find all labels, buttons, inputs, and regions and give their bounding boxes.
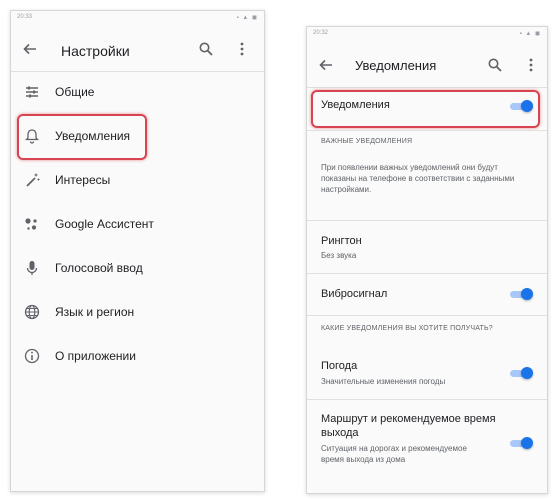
menu-item-general[interactable]: Общие [11, 73, 264, 113]
microphone-icon [23, 259, 43, 279]
section-header-important: ВАЖНЫЕ УВЕДОМЛЕНИЯ [321, 138, 413, 145]
menu-item-label: О приложении [55, 349, 136, 363]
toggle-knob [521, 288, 533, 300]
vibration-label: Виброcигнал [321, 288, 388, 300]
highlight-frame [311, 90, 540, 128]
toolbar-divider [11, 71, 264, 72]
highlight-frame [17, 114, 147, 160]
status-icons: ▪ ▲ ◼ [236, 15, 258, 21]
section-divider [307, 315, 547, 316]
menu-item-voice-input[interactable]: Голосовой ввод [11, 249, 264, 289]
route-toggle[interactable] [510, 437, 533, 449]
page-title: Уведомления [355, 58, 437, 73]
toolbar: Уведомления [307, 53, 547, 81]
toggle-knob [521, 367, 533, 379]
status-bar: 20:33 ▪ ▲ ◼ [11, 11, 264, 25]
search-icon[interactable] [488, 58, 504, 74]
menu-item-label: Google Ассистент [55, 217, 154, 231]
status-icons: ▪ ▲ ◼ [519, 31, 541, 37]
weather-subtitle: Значительные изменения погоды [321, 377, 446, 386]
route-title: Маршрут и рекомендуемое время выхода [321, 413, 496, 439]
more-vert-icon[interactable] [529, 58, 535, 74]
ringtone-title: Рингтон [321, 235, 362, 247]
menu-item-label: Общие [55, 85, 95, 99]
menu-item-about[interactable]: О приложении [11, 337, 264, 377]
status-time: 20:32 [313, 30, 329, 36]
search-icon[interactable] [199, 42, 215, 58]
sliders-icon [23, 83, 43, 103]
row-divider [307, 399, 547, 400]
section-divider [307, 130, 547, 131]
more-vert-icon[interactable] [240, 42, 246, 58]
toggle-knob [521, 437, 533, 449]
assistant-icon [23, 215, 43, 235]
status-bar: 20:32 ▪ ▲ ◼ [307, 27, 547, 41]
status-time: 20:33 [17, 14, 33, 20]
vibration-toggle[interactable] [510, 288, 533, 300]
toolbar-divider [307, 87, 547, 88]
info-icon [23, 347, 43, 367]
section-header-which: КАКИЕ УВЕДОМЛЕНИЯ ВЫ ХОТИТЕ ПОЛУЧАТЬ? [321, 325, 493, 332]
important-description: При появлении важных уведомлений они буд… [321, 163, 515, 194]
ringtone-value: Без звука [321, 251, 357, 260]
toolbar: Настройки [11, 37, 264, 65]
row-divider [307, 273, 547, 274]
section-divider [307, 220, 547, 221]
back-arrow-icon[interactable] [319, 58, 333, 76]
notifications-screen: 20:32 ▪ ▲ ◼ Уведомления Уведомления ВАЖН… [306, 26, 548, 494]
menu-item-label: Голосовой ввод [55, 261, 143, 275]
menu-item-assistant[interactable]: Google Ассистент [11, 205, 264, 245]
menu-item-label: Интересы [55, 173, 111, 187]
globe-icon [23, 303, 43, 323]
weather-title: Погода [321, 360, 358, 372]
back-arrow-icon[interactable] [23, 42, 37, 60]
menu-item-interests[interactable]: Интересы [11, 161, 264, 201]
magic-wand-icon [23, 171, 43, 191]
weather-toggle[interactable] [510, 367, 533, 379]
menu-item-label: Язык и регион [55, 305, 135, 319]
settings-screen: 20:33 ▪ ▲ ◼ Настройки Общие Уведомления … [10, 10, 265, 492]
page-title: Настройки [61, 43, 130, 59]
menu-item-language-region[interactable]: Язык и регион [11, 293, 264, 333]
route-subtitle: Ситуация на дорогах и рекомендуемое врем… [321, 444, 467, 464]
